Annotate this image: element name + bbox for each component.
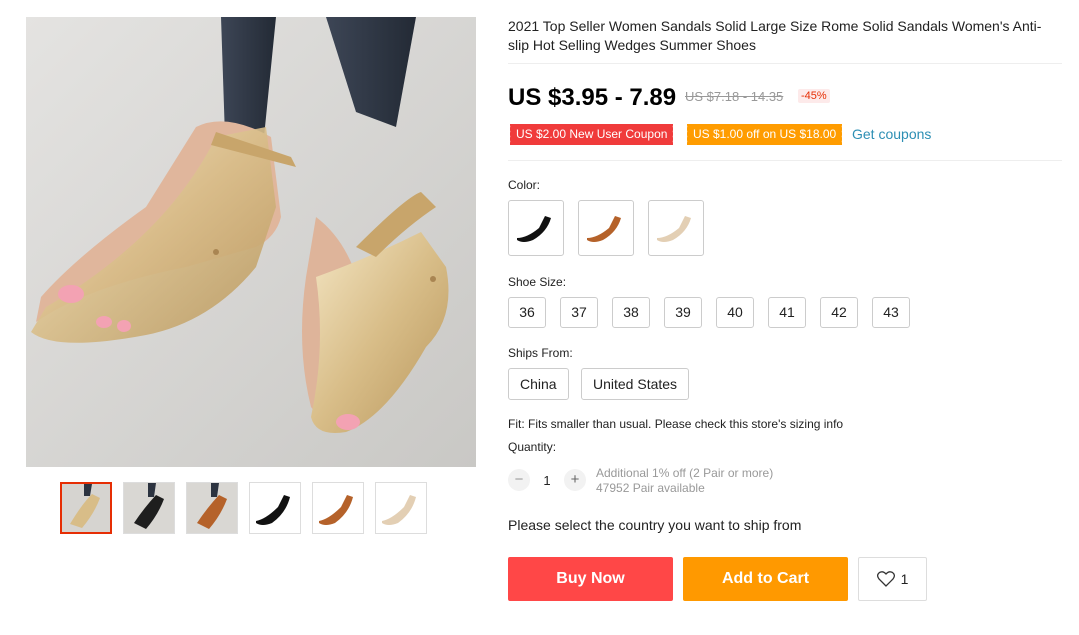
add-to-cart-button[interactable]: Add to Cart xyxy=(683,557,848,601)
new-user-coupon[interactable]: US $2.00 New User Coupon xyxy=(507,124,674,145)
size-option-40[interactable]: 40 xyxy=(716,297,754,328)
black-sandal-thumb-icon xyxy=(124,483,174,533)
size-option-39[interactable]: 39 xyxy=(664,297,702,328)
product-title: 2021 Top Seller Women Sandals Solid Larg… xyxy=(508,18,1042,53)
brown-sandal-icon xyxy=(587,216,621,242)
size-option-36[interactable]: 36 xyxy=(508,297,546,328)
thumbnail-strip xyxy=(60,482,427,534)
ships-from-united-states[interactable]: United States xyxy=(581,368,690,400)
gold-sandal-photo xyxy=(26,17,476,467)
thumbnail-3[interactable] xyxy=(186,482,238,534)
price-range: US $3.95 - 7.89 xyxy=(508,84,677,111)
size-label: Shoe Size: xyxy=(508,275,567,289)
brown-sandal-product-thumb-icon xyxy=(313,483,363,533)
ships-from-china[interactable]: China xyxy=(508,368,569,400)
brown-sandal-thumb-icon xyxy=(187,483,237,533)
size-option-43[interactable]: 43 xyxy=(872,297,910,328)
black-sandal-icon xyxy=(517,216,551,242)
color-swatch-black[interactable] xyxy=(508,200,564,256)
size-option-41[interactable]: 41 xyxy=(768,297,806,328)
buy-now-button[interactable]: Buy Now xyxy=(508,557,673,601)
thumbnail-1[interactable] xyxy=(60,482,112,534)
original-price: US $7.18 - 14.35 xyxy=(685,89,784,104)
store-coupon[interactable]: US $1.00 off on US $18.00 xyxy=(684,124,843,145)
wishlist-count: 1 xyxy=(900,571,909,587)
color-swatch-brown[interactable] xyxy=(578,200,634,256)
bulk-discount-info: Additional 1% off (2 Pair or more) xyxy=(596,466,774,480)
size-option-38[interactable]: 38 xyxy=(612,297,650,328)
thumbnail-2[interactable] xyxy=(123,482,175,534)
quantity-value[interactable]: 1 xyxy=(540,473,554,488)
beige-sandal-icon xyxy=(657,216,691,242)
divider xyxy=(508,160,1062,161)
discount-badge: -45% xyxy=(798,89,830,103)
size-option-37[interactable]: 37 xyxy=(560,297,598,328)
ships-from-label: Ships From: xyxy=(508,346,573,360)
wishlist-button[interactable]: 1 xyxy=(858,557,927,601)
gold-sandal-thumb-icon xyxy=(62,484,110,532)
thumbnail-5[interactable] xyxy=(312,482,364,534)
divider xyxy=(508,63,1062,64)
size-option-42[interactable]: 42 xyxy=(820,297,858,328)
heart-icon xyxy=(876,571,895,587)
shipping-note: Please select the country you want to sh… xyxy=(508,517,802,533)
beige-sandal-product-thumb-icon xyxy=(376,483,426,533)
quantity-increase-button[interactable]: + xyxy=(564,469,586,491)
black-sandal-product-thumb-icon xyxy=(250,483,300,533)
color-swatch-beige[interactable] xyxy=(648,200,704,256)
fit-info: Fit: Fits smaller than usual. Please che… xyxy=(508,417,844,431)
stock-available: 47952 Pair available xyxy=(596,481,705,495)
quantity-decrease-button[interactable]: − xyxy=(508,469,530,491)
get-coupons-link[interactable]: Get coupons xyxy=(852,126,931,142)
product-main-image[interactable] xyxy=(26,17,476,467)
thumbnail-4[interactable] xyxy=(249,482,301,534)
color-label: Color: xyxy=(508,178,541,192)
thumbnail-6[interactable] xyxy=(375,482,427,534)
quantity-label: Quantity: xyxy=(508,440,557,454)
